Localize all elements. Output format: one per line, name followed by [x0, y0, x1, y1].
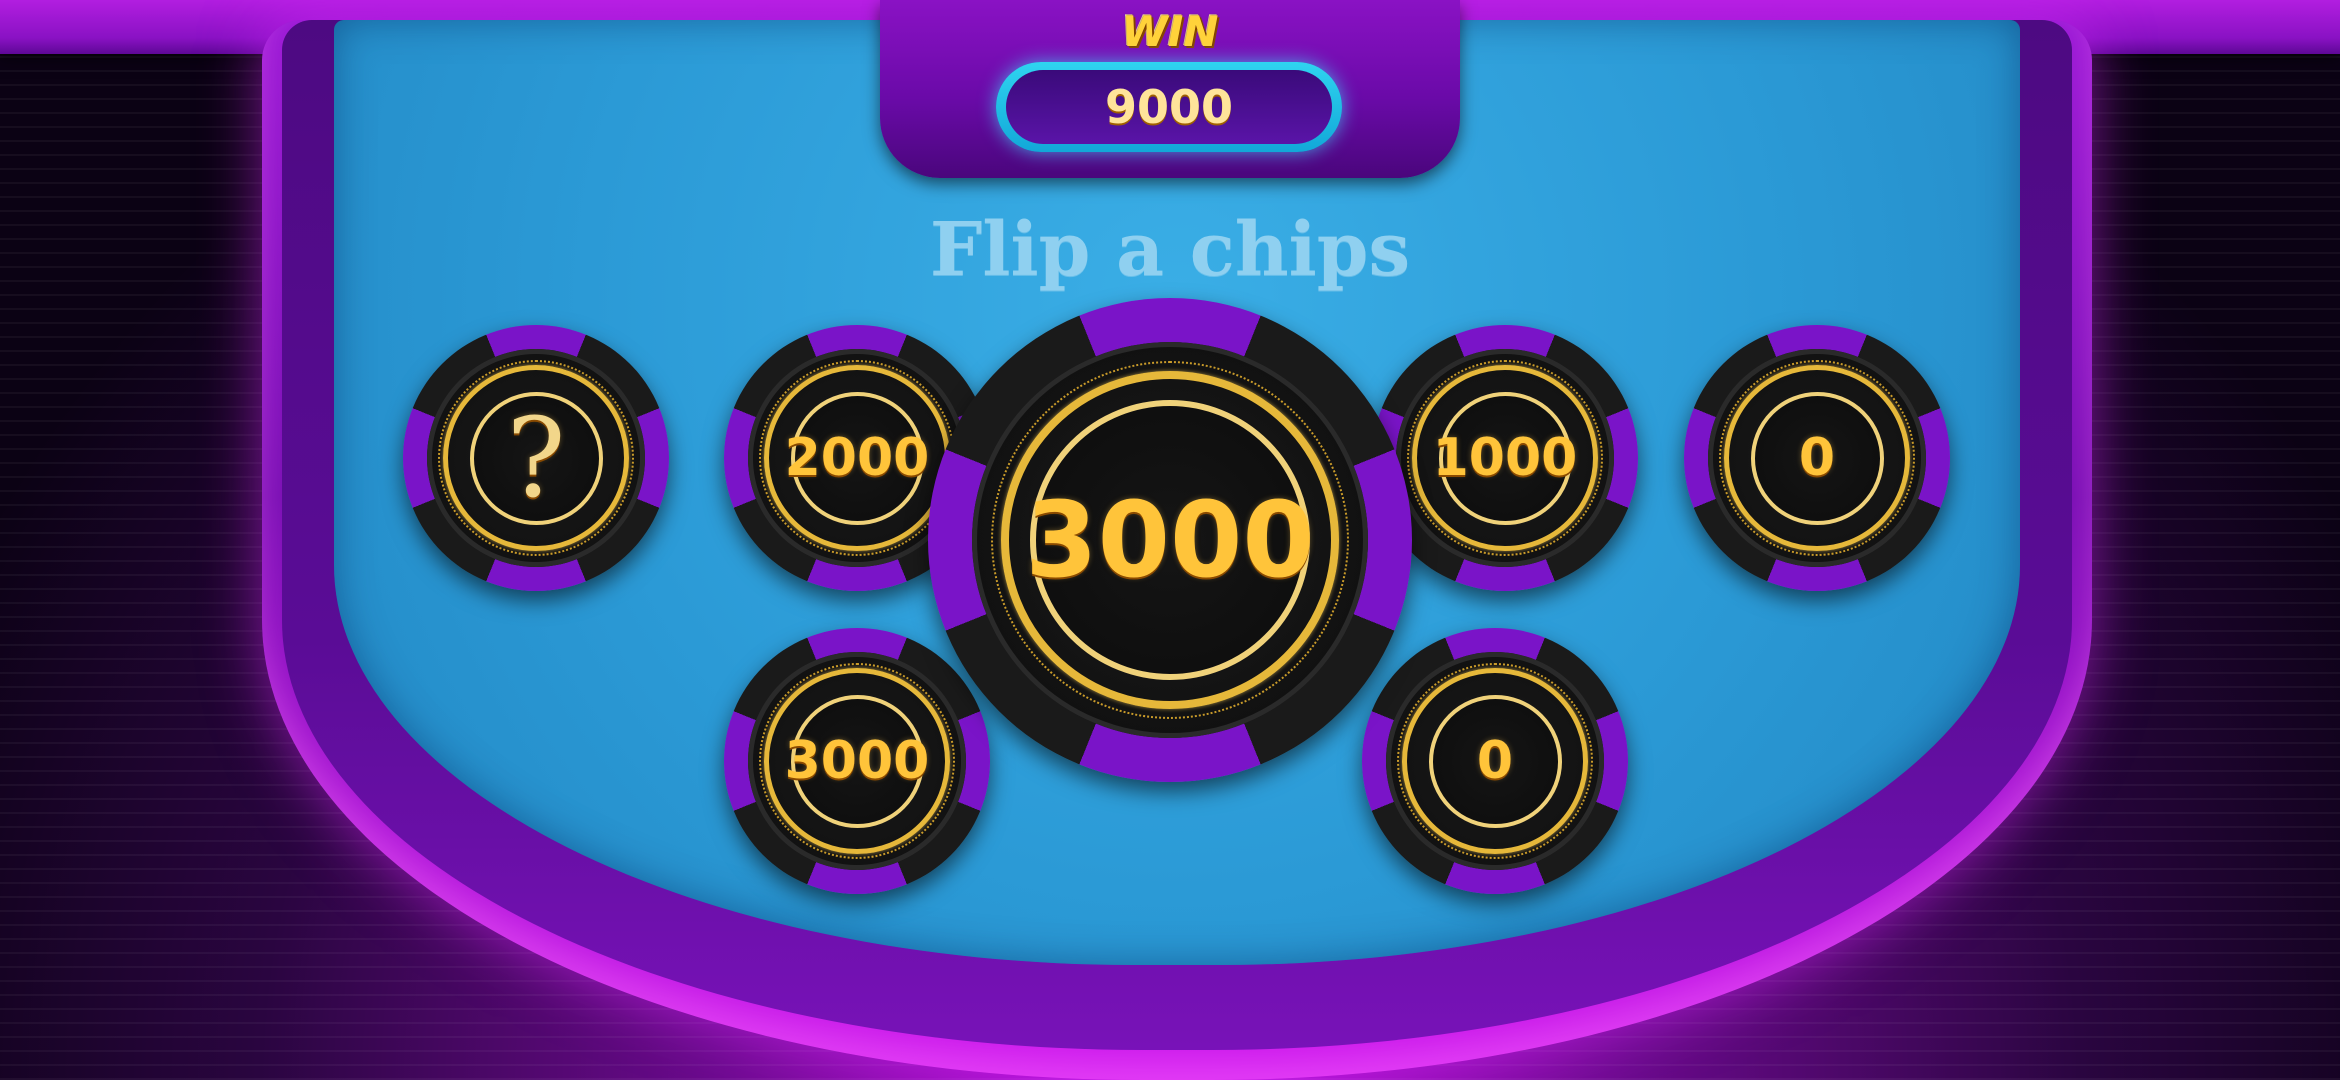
win-label: WIN [1121, 7, 1219, 56]
game-title: Flip a chips [929, 207, 1411, 293]
chip-value: 3000 [1025, 479, 1315, 601]
chip-hidden[interactable]: ? [403, 325, 669, 591]
chip-value: ? [506, 394, 566, 522]
win-amount: 9000 [1006, 70, 1332, 144]
chip-selected[interactable]: 3000 [928, 298, 1412, 782]
chip[interactable]: 0 [1684, 325, 1950, 591]
chip-value: 0 [1798, 428, 1836, 488]
game-stage: WIN 9000 Flip a chips ? 2000 1000 0 3000… [0, 0, 2340, 1080]
